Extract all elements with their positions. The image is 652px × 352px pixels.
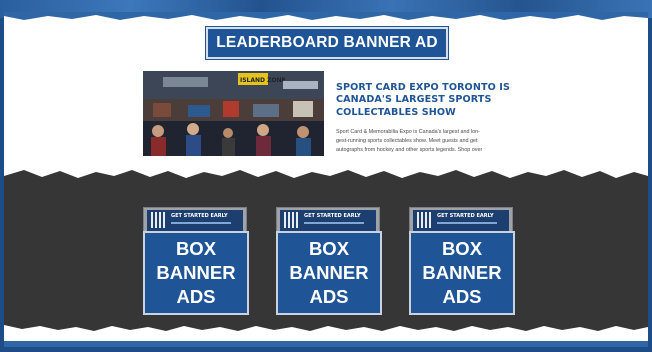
headline-line: COLLECTABLES SHOW	[336, 106, 456, 118]
article-headline[interactable]: SPORT CARD EXPO TORONTO IS CANADA'S LARG…	[336, 82, 526, 119]
qr-code-icon	[284, 212, 300, 228]
excerpt-line: gest-running sports collectables show. M…	[336, 138, 478, 145]
photo-sign-text: ISLAND ZONE	[240, 77, 286, 84]
box-banner-ad-1[interactable]: GET STARTED EARLY BOX BANNER ADS	[143, 207, 253, 315]
label-line: BANNER	[156, 262, 236, 283]
label-line: BOX	[175, 238, 217, 259]
ad-thumbnail: GET STARTED EARLY	[409, 207, 513, 233]
excerpt-line: Sport Card & Memorabilia Expo is Canada'…	[336, 129, 480, 135]
leaderboard-label: LEADERBOARD BANNER AD	[216, 34, 438, 51]
qr-code-icon	[417, 212, 433, 228]
thumbnail-title: GET STARTED EARLY	[304, 213, 361, 219]
headline-line: CANADA'S LARGEST SPORTS	[336, 94, 492, 106]
label-line: BANNER	[422, 262, 502, 283]
box-banner-label: BOX BANNER ADS	[143, 231, 249, 315]
label-line: BANNER	[289, 262, 369, 283]
box-banner-label: BOX BANNER ADS	[409, 231, 515, 315]
label-line: BOX	[441, 238, 483, 259]
ad-thumbnail-graphic: GET STARTED EARLY	[147, 210, 243, 231]
torn-edge-bottom	[4, 325, 648, 347]
article-excerpt: Sport Card & Memorabilia Expo is Canada'…	[336, 128, 496, 156]
label-line: BOX	[308, 238, 350, 259]
leaderboard-banner-ad[interactable]: LEADERBOARD BANNER AD	[206, 27, 448, 59]
thumbnail-title: GET STARTED EARLY	[171, 213, 228, 219]
box-banner-ad-2[interactable]: GET STARTED EARLY BOX BANNER ADS	[276, 207, 386, 315]
label-line: ADS	[176, 286, 216, 307]
qr-code-icon	[151, 212, 167, 228]
ad-thumbnail: GET STARTED EARLY	[143, 207, 247, 233]
expo-crowd-image: ISLAND ZONE	[143, 71, 324, 156]
excerpt-line: autographs from hockey and other sports …	[336, 147, 483, 154]
box-banner-label: BOX BANNER ADS	[276, 231, 382, 315]
thumbnail-title: GET STARTED EARLY	[437, 213, 494, 219]
thumbnail-subtitle-bar	[304, 222, 364, 224]
ad-thumbnail-graphic: GET STARTED EARLY	[413, 210, 509, 231]
bottom-torn-band	[4, 325, 648, 347]
ad-thumbnail: GET STARTED EARLY	[276, 207, 380, 233]
label-line: ADS	[309, 286, 349, 307]
label-line: ADS	[442, 286, 482, 307]
thumbnail-subtitle-bar	[437, 222, 497, 224]
expo-photo[interactable]: ISLAND ZONE	[143, 71, 324, 156]
page-frame: LEADERBOARD BANNER AD ISLAND ZONE SPORT …	[0, 0, 652, 352]
box-banner-ad-3[interactable]: GET STARTED EARLY BOX BANNER ADS	[409, 207, 519, 315]
ad-thumbnail-graphic: GET STARTED EARLY	[280, 210, 376, 231]
headline-line: SPORT CARD EXPO TORONTO IS	[336, 82, 510, 93]
thumbnail-subtitle-bar	[171, 222, 231, 224]
